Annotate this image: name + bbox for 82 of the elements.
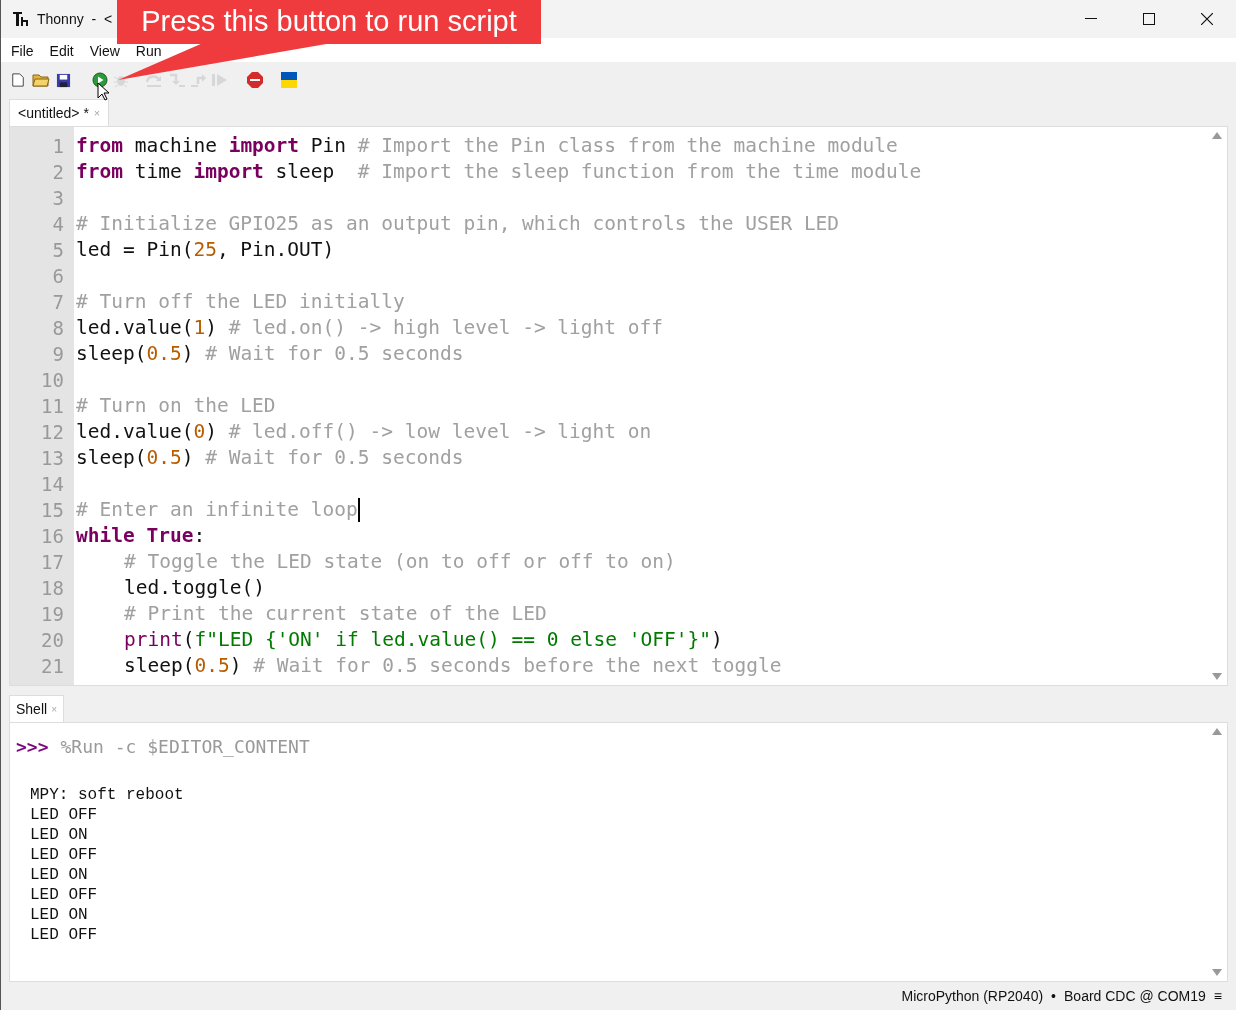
stop-sign-icon: [246, 71, 264, 89]
line-number: 5: [51, 238, 65, 263]
line-number: 21: [40, 654, 65, 679]
shell-output-line: LED ON: [30, 865, 89, 885]
shell-output-line: LED OFF: [30, 845, 99, 865]
scroll-down-icon[interactable]: [1212, 673, 1222, 681]
code-line: sleep(0.5) # Wait for 0.5 seconds before the next toggle: [123, 653, 782, 679]
menu-item[interactable]: View: [81, 41, 128, 62]
code-line: while True:: [76, 523, 206, 549]
code-line: # Print the current state of the LED: [123, 601, 547, 627]
shell-output-line: LED OFF: [30, 885, 99, 905]
scroll-down-icon[interactable]: [1212, 969, 1222, 977]
code-line: # Initialize GPIO25 as an output pin, which controls the USER LED: [76, 211, 840, 237]
stop-sign-button[interactable]: [246, 70, 264, 90]
code-line: led.value(0) # led.off() -> low level -> light on: [76, 419, 652, 445]
mouse-pointer-icon: [97, 82, 110, 101]
separator-dot: •: [1051, 986, 1056, 1006]
code-line: # Turn on the LED: [76, 393, 276, 419]
shell-output-line: LED OFF: [30, 805, 99, 825]
interpreter-label[interactable]: MicroPython (RP2040): [901, 985, 1044, 1007]
code-line: # Enter an infinite loop: [76, 497, 358, 523]
scroll-up-icon[interactable]: [1212, 131, 1222, 139]
code-line: print(f"LED {'ON' if led.value() == 0 else 'OFF'}"): [123, 627, 723, 653]
app-logo-icon: [12, 10, 30, 28]
code-line: sleep(0.5) # Wait for 0.5 seconds: [76, 341, 464, 367]
tab-label: Shell: [16, 699, 48, 719]
shell-prompt: >>>: [16, 734, 49, 759]
line-number: 9: [51, 342, 65, 367]
editor-tab[interactable]: <untitled> * ×: [9, 99, 110, 126]
code-line: from time import sleep # Import the sleep function from the time module: [76, 159, 922, 185]
code-line: led.toggle(): [123, 575, 265, 601]
code-line: led.value(1) # led.on() -> high level -> light off: [76, 315, 664, 341]
line-number: 1: [51, 134, 65, 159]
line-number: 11: [40, 394, 65, 419]
step-into-icon: [168, 72, 186, 88]
folder-icon: [32, 72, 50, 88]
line-number: 16: [40, 524, 65, 549]
code-line: from machine import Pin # Import the Pin class from the machine module: [76, 133, 898, 159]
step-over-icon: [145, 72, 163, 88]
line-number: 10: [40, 368, 65, 393]
code-editor[interactable]: [9, 126, 1228, 686]
new-file-button[interactable]: [11, 70, 25, 90]
line-number: 20: [40, 628, 65, 653]
line-number: 3: [51, 186, 65, 211]
code-line: # Turn off the LED initially: [76, 289, 405, 315]
line-number: 18: [40, 576, 65, 601]
line-number: 19: [40, 602, 65, 627]
line-number: 7: [51, 290, 65, 315]
code-line: sleep(0.5) # Wait for 0.5 seconds: [76, 445, 464, 471]
menu-item[interactable]: Edit: [41, 41, 82, 62]
line-number: 14: [40, 472, 65, 497]
shell-tab[interactable]: Shell ×: [9, 695, 64, 722]
shell-command: %Run -c $EDITOR_CONTENT: [60, 734, 310, 759]
flag-button[interactable]: [281, 70, 297, 90]
line-number: 8: [51, 316, 65, 341]
line-number: 12: [40, 420, 65, 445]
status-menu[interactable]: ≡: [1213, 985, 1222, 1007]
new-file-icon: [11, 72, 25, 88]
port-label[interactable]: Board CDC @ COM19: [1064, 985, 1206, 1007]
shell-output-line: LED ON: [30, 825, 89, 845]
minimize-icon: [1085, 18, 1097, 20]
line-number: 13: [40, 446, 65, 471]
code-line: # Toggle the LED state (on to off or off to on): [123, 549, 676, 575]
menu-item[interactable]: File: [3, 41, 42, 62]
line-number: 17: [40, 550, 65, 575]
flag-icon: [281, 72, 297, 88]
close-icon: [1201, 13, 1213, 25]
step-out-icon: [190, 72, 208, 88]
line-number: 6: [51, 264, 65, 289]
window-title: Thonny - <: [37, 9, 113, 29]
scroll-up-icon[interactable]: [1212, 727, 1222, 735]
line-number: 15: [40, 498, 65, 523]
shell-output-line: LED OFF: [30, 925, 99, 945]
tab-label: <untitled> *: [18, 103, 89, 123]
line-number: 4: [51, 212, 65, 237]
shell-panel[interactable]: >>> %Run -c $EDITOR_CONTENT MPY: soft reboot LED OFF LED ON LED OFF LED ON LED OFF LED ON LED OFF: [9, 722, 1228, 982]
shell-output-line: MPY: soft reboot: [30, 785, 185, 805]
shell-output-line: LED ON: [30, 905, 89, 925]
maximize-icon: [1143, 13, 1155, 25]
code-line: led = Pin(25, Pin.OUT): [76, 237, 335, 263]
resume-icon: [211, 72, 229, 88]
line-number: 2: [51, 160, 65, 185]
